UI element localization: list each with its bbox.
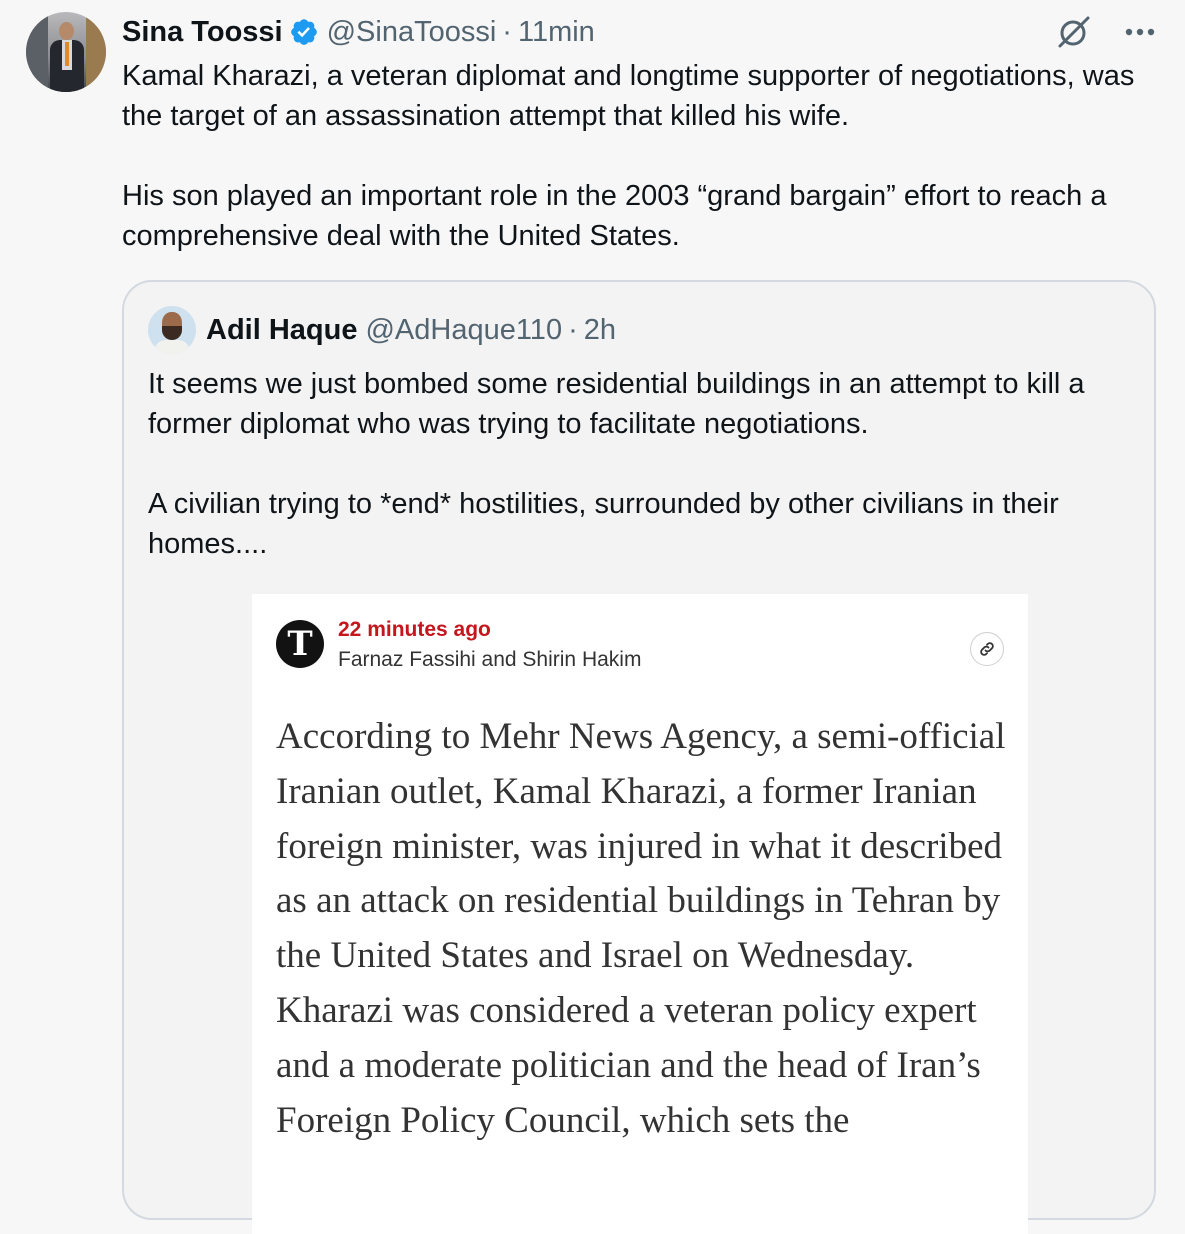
article-screenshot-image[interactable]: T 22 minutes ago Farnaz Fassihi and Shir…	[252, 594, 1028, 1234]
tweet: Sina Toossi @SinaToossi · 11min Kamal Kh…	[0, 0, 1185, 1234]
author-handle[interactable]: @SinaToossi	[327, 16, 497, 49]
quoted-paragraph: A civilian trying to *end* hostilities, …	[148, 488, 1059, 560]
author-avatar[interactable]	[26, 12, 106, 92]
quoted-author-handle[interactable]: @AdHaque110	[365, 314, 562, 347]
author-name[interactable]: Sina Toossi	[122, 16, 283, 49]
quoted-author-name[interactable]: Adil Haque	[206, 314, 357, 347]
article-authors: Farnaz Fassihi and Shirin Hakim	[338, 648, 642, 671]
tweet-text: Kamal Kharazi, a veteran diplomat and lo…	[122, 56, 1162, 256]
grok-icon[interactable]	[1055, 14, 1091, 50]
article-timestamp: 22 minutes ago	[338, 618, 491, 641]
verified-badge-icon	[290, 19, 317, 45]
tweet-header: Sina Toossi @SinaToossi · 11min	[122, 12, 595, 52]
article-body: According to Mehr News Agency, a semi-of…	[276, 716, 1006, 1141]
quoted-header-separator: ·	[568, 313, 578, 346]
tweet-paragraph: His son played an important role in the …	[122, 180, 1107, 252]
more-options-icon[interactable]	[1123, 14, 1157, 50]
quoted-tweet-timestamp[interactable]: 2h	[584, 314, 616, 347]
header-separator: ·	[502, 15, 512, 48]
tweet-actions-top	[1055, 14, 1157, 50]
link-icon	[970, 632, 1004, 666]
tweet-timestamp[interactable]: 11min	[518, 16, 595, 49]
quoted-author-avatar[interactable]	[148, 306, 196, 354]
quoted-tweet[interactable]: Adil Haque @AdHaque110 · 2h It seems we …	[122, 280, 1156, 1234]
quoted-tweet-text: It seems we just bombed some residential…	[148, 364, 1138, 564]
tweet-paragraph: Kamal Kharazi, a veteran diplomat and lo…	[122, 60, 1135, 132]
nyt-logo: T	[276, 620, 324, 668]
quoted-tweet-header: Adil Haque @AdHaque110 · 2h	[206, 310, 616, 350]
quoted-paragraph: It seems we just bombed some residential…	[148, 368, 1085, 440]
